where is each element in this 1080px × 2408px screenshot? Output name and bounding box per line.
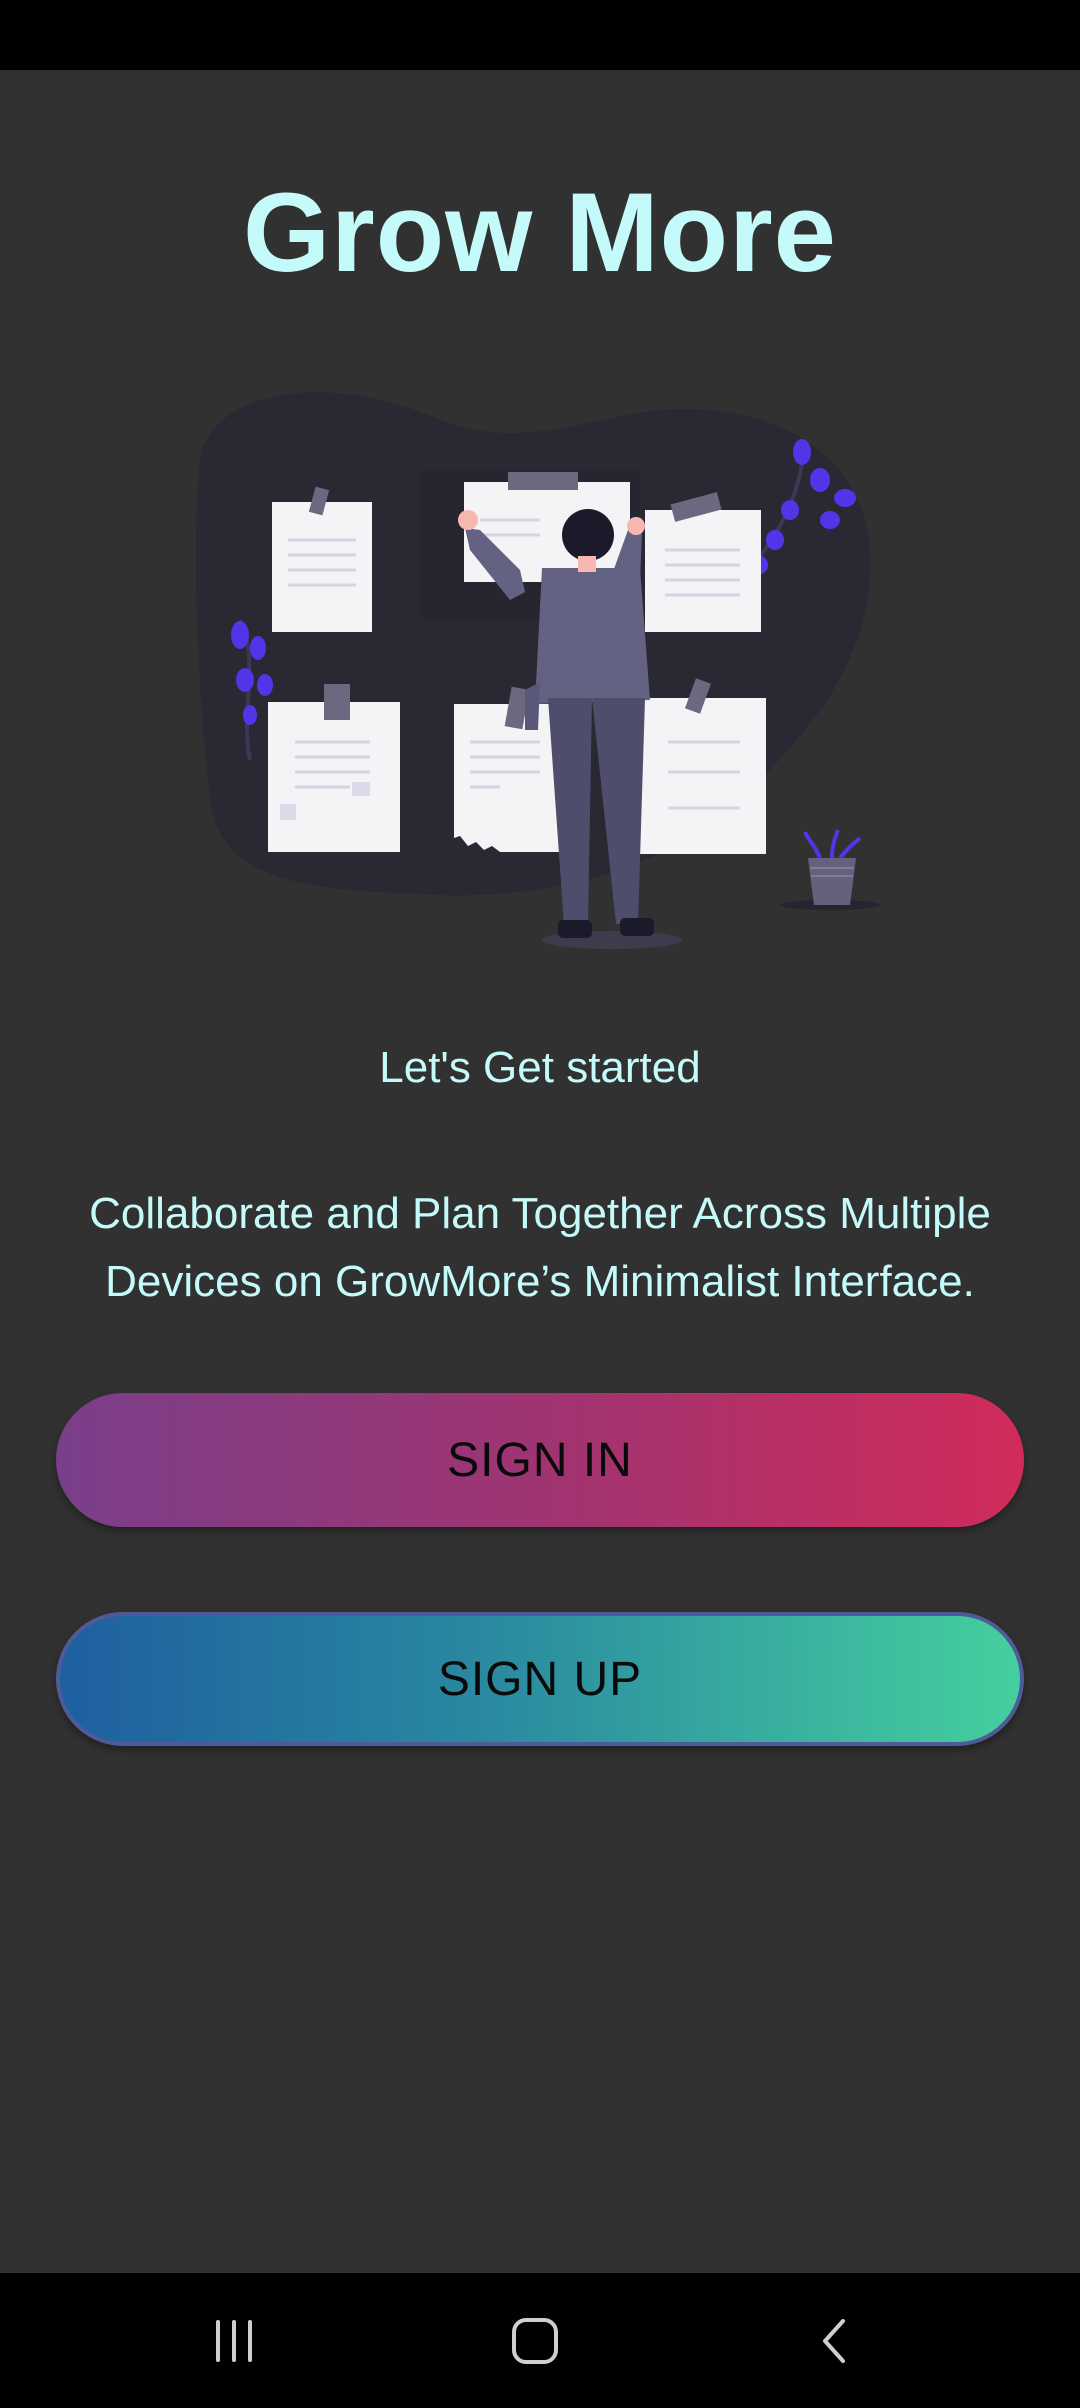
description-text: Collaborate and Plan Together Across Mul… <box>89 1189 991 1306</box>
note-paper <box>454 686 560 852</box>
page-title: Grow More <box>243 170 837 295</box>
note-paper <box>640 678 766 854</box>
home-icon <box>512 2317 558 2364</box>
subtitle: Let's Get started <box>379 1043 701 1092</box>
potted-plant <box>780 829 880 910</box>
status-bar <box>0 0 1080 70</box>
note-paper <box>272 486 372 632</box>
back-button[interactable] <box>736 2273 936 2408</box>
planning-board-illustration <box>195 392 880 949</box>
back-icon <box>823 2318 845 2363</box>
recent-apps-icon <box>216 2319 252 2362</box>
note-paper <box>645 492 761 632</box>
sign-in-button[interactable]: SIGN IN <box>56 1393 1024 1527</box>
home-button[interactable] <box>435 2273 635 2408</box>
note-paper <box>268 684 400 852</box>
recent-apps-button[interactable] <box>134 2273 334 2408</box>
navigation-bar <box>0 2273 1080 2408</box>
sign-up-button[interactable]: SIGN UP <box>56 1612 1024 1746</box>
